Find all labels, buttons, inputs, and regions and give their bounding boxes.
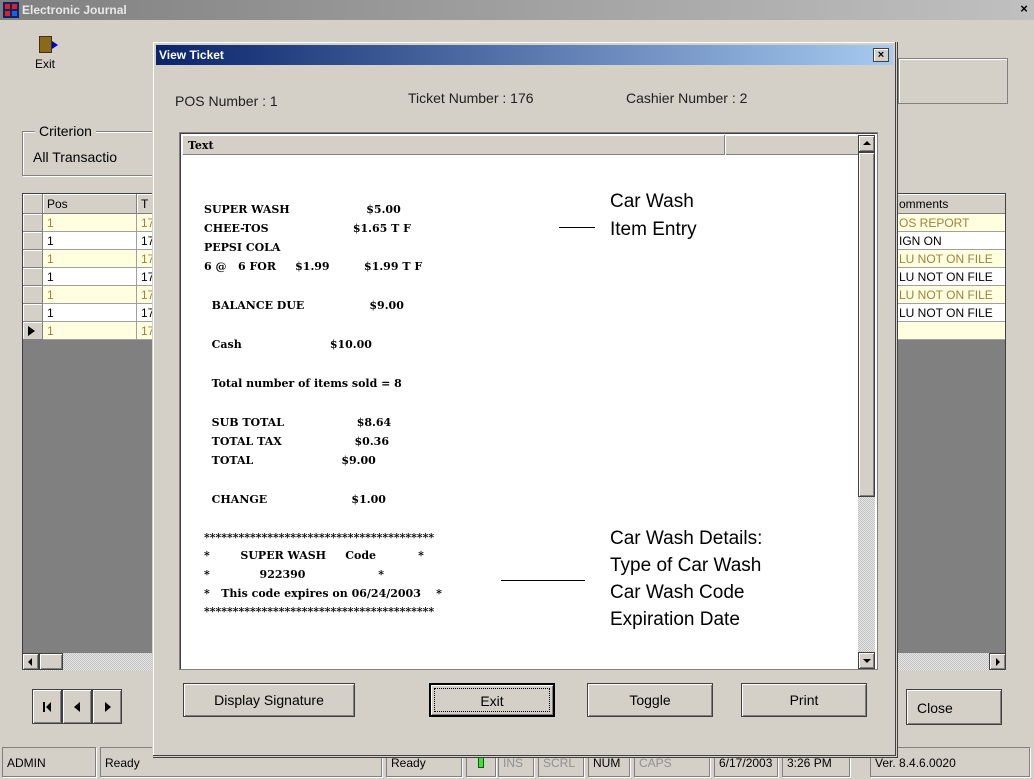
pos-number-label: POS Number : 1 — [175, 93, 278, 109]
receipt-line: CHANGE $1.00 — [204, 493, 386, 506]
annotation-details: Car Wash Details: — [610, 528, 763, 549]
row-indicator[interactable] — [23, 322, 43, 340]
column-header-text[interactable]: Text — [182, 135, 725, 155]
receipt-line: BALANCE DUE $9.00 — [204, 299, 404, 312]
toolbar-exit-label: Exit — [34, 57, 55, 71]
ticket-text-view[interactable]: Text SUPER WASH $5.00 CHEE-TOS $1.65 T F… — [179, 132, 878, 670]
main-title-bar: Electronic Journal × — [0, 0, 1034, 20]
receipt-line: TOTAL TAX $0.36 — [204, 435, 389, 448]
column-header-blank[interactable] — [725, 135, 859, 155]
cell-pos: 1 — [43, 322, 137, 340]
arrow-left-icon — [28, 658, 32, 666]
annotation-type: Type of Car Wash — [610, 555, 762, 576]
receipt-line: PEPSI COLA — [204, 241, 281, 254]
dialog-title: View Ticket — [159, 48, 224, 62]
arrow-up-icon — [863, 141, 871, 145]
cell-pos: 1 — [43, 232, 137, 250]
receipt-line: Cash $10.00 — [204, 338, 372, 351]
display-signature-label: Display Signature — [214, 692, 324, 708]
row-indicator[interactable] — [23, 286, 43, 304]
cell-comment — [895, 322, 1005, 340]
cell-comment: OS REPORT — [895, 214, 1005, 232]
row-indicator[interactable] — [23, 250, 43, 268]
cell-comment: LU NOT ON FILE — [895, 268, 1005, 286]
first-icon — [43, 702, 51, 712]
row-indicator[interactable] — [23, 232, 43, 250]
cell-comment: LU NOT ON FILE — [895, 286, 1005, 304]
grid-header-comments[interactable]: omments — [895, 194, 1005, 214]
exit-door-icon — [38, 36, 58, 53]
dialog-close-icon[interactable]: × — [873, 48, 889, 62]
dialog-title-bar: View Ticket × — [156, 45, 893, 65]
arrow-right-icon — [996, 658, 1000, 666]
cell-comment: LU NOT ON FILE — [895, 304, 1005, 322]
ticket-number-label: Ticket Number : 176 — [408, 90, 534, 106]
row-indicator[interactable] — [23, 268, 43, 286]
ticket-vertical-scrollbar[interactable] — [858, 135, 875, 669]
row-indicator[interactable] — [23, 214, 43, 232]
previous-record-button[interactable] — [62, 689, 92, 724]
cell-pos: 1 — [43, 304, 137, 322]
cell-pos: 1 — [43, 214, 137, 232]
row-indicator[interactable] — [23, 304, 43, 322]
annotation-expiration: Expiration Date — [610, 609, 740, 630]
ticket-column-header: Text — [182, 135, 859, 155]
current-row-pointer-icon — [28, 326, 35, 336]
cashier-number-label: Cashier Number : 2 — [626, 90, 748, 106]
receipt-line: TOTAL $9.00 — [204, 454, 376, 467]
close-button[interactable]: Close — [906, 689, 1002, 725]
grid-corner — [23, 194, 43, 214]
display-signature-button[interactable]: Display Signature — [183, 683, 355, 717]
receipt-line: * This code expires on 06/24/2003 * — [204, 587, 442, 600]
item-entry-leader-line — [559, 227, 595, 228]
receipt-line: SUPER WASH $5.00 — [204, 203, 401, 216]
toolbar-exit-button[interactable]: Exit — [16, 36, 74, 82]
scroll-down-button[interactable] — [858, 652, 875, 669]
receipt-line: * 922390 * — [204, 568, 384, 581]
annotation-code: Car Wash Code — [610, 582, 745, 603]
status-user: ADMIN — [2, 747, 96, 777]
receipt-line: **************************************** — [204, 531, 435, 544]
toggle-button[interactable]: Toggle — [587, 683, 713, 717]
cell-pos: 1 — [43, 268, 137, 286]
cell-pos: 1 — [43, 286, 137, 304]
annotation-car-wash: Car Wash — [610, 191, 694, 212]
annotation-item-entry: Item Entry — [610, 219, 697, 240]
window-title: Electronic Journal — [22, 3, 127, 17]
receipt-line: Total number of items sold = 8 — [204, 377, 402, 390]
toggle-button-label: Toggle — [629, 692, 671, 708]
print-button[interactable]: Print — [741, 683, 867, 717]
previous-icon — [74, 702, 80, 712]
scroll-left-button[interactable] — [22, 653, 39, 670]
cell-pos: 1 — [43, 250, 137, 268]
scroll-thumb[interactable] — [39, 653, 63, 670]
cell-comment: IGN ON — [895, 232, 1005, 250]
exit-button[interactable]: Exit — [429, 683, 555, 717]
receipt-line: 6 @ 6 FOR $1.99 $1.99 T F — [204, 260, 423, 273]
first-record-button[interactable] — [32, 689, 62, 724]
details-leader-line — [501, 580, 585, 581]
view-ticket-dialog: View Ticket × POS Number : 1 Ticket Numb… — [152, 41, 897, 757]
criterion-group: Criterion All Transactio — [22, 123, 162, 176]
close-icon[interactable]: × — [1016, 2, 1032, 17]
receipt-line: CHEE-TOS $1.65 T F — [204, 222, 411, 235]
criterion-value: All Transactio — [33, 149, 118, 165]
scroll-thumb[interactable] — [858, 152, 875, 497]
next-record-button[interactable] — [92, 689, 122, 724]
toolbar-panel — [898, 58, 1008, 104]
receipt-line: SUB TOTAL $8.64 — [204, 416, 392, 429]
grid-header-pos[interactable]: Pos — [43, 194, 137, 214]
criterion-legend: Criterion — [35, 123, 96, 139]
next-icon — [105, 702, 111, 712]
exit-button-label: Exit — [480, 693, 504, 709]
close-button-label: Close — [917, 700, 953, 716]
scroll-right-button[interactable] — [989, 653, 1006, 670]
receipt-line: * SUPER WASH Code * — [204, 549, 424, 562]
arrow-down-icon — [863, 659, 871, 663]
app-icon — [3, 2, 19, 18]
receipt-line: **************************************** — [204, 605, 435, 618]
scroll-up-button[interactable] — [858, 135, 875, 152]
print-button-label: Print — [789, 692, 819, 708]
cell-comment: LU NOT ON FILE — [895, 250, 1005, 268]
